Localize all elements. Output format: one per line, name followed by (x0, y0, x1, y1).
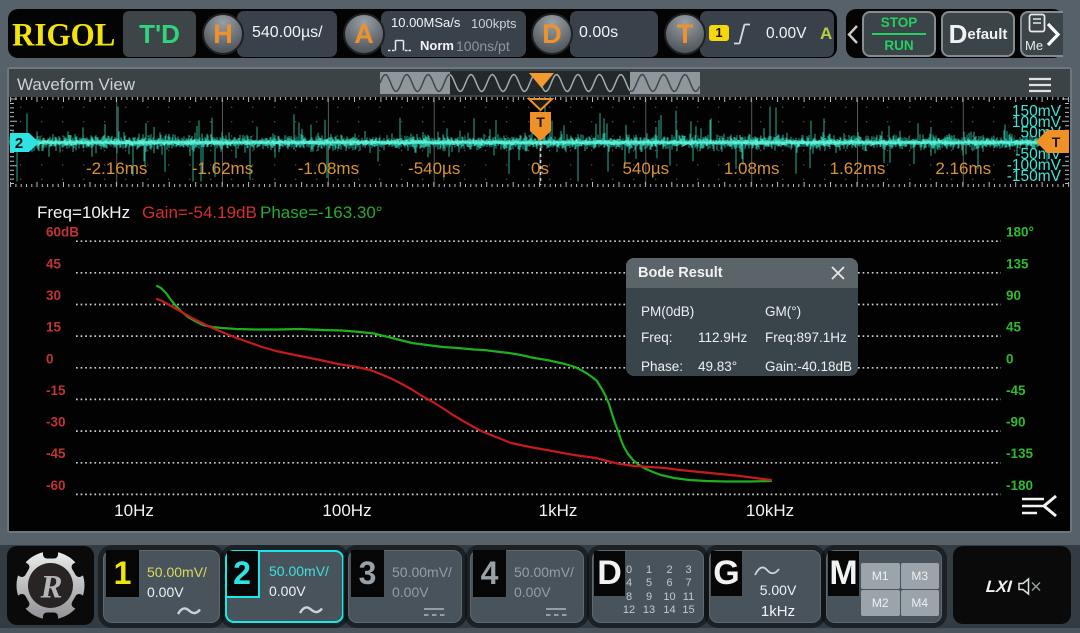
svg-text:-45: -45 (1006, 383, 1026, 398)
svg-text:-1.08ms: -1.08ms (298, 159, 359, 178)
svg-text:-45: -45 (46, 446, 66, 461)
svg-text:-60: -60 (46, 478, 66, 493)
svg-text:T: T (536, 114, 545, 130)
svg-text:-180: -180 (1006, 478, 1033, 493)
svg-text:10kHz: 10kHz (746, 501, 794, 520)
svg-text:0: 0 (46, 351, 54, 366)
svg-text:90: 90 (1006, 288, 1021, 303)
svg-text:2: 2 (15, 135, 23, 152)
svg-text:-15: -15 (46, 383, 66, 398)
svg-text:30: 30 (46, 288, 61, 303)
svg-text:-2.16ms: -2.16ms (86, 159, 147, 178)
svg-text:2.16ms: 2.16ms (935, 159, 991, 178)
svg-text:T: T (1052, 134, 1061, 150)
svg-text:R: R (39, 570, 62, 606)
svg-text:10Hz: 10Hz (114, 501, 154, 520)
svg-text:-135: -135 (1006, 446, 1034, 461)
svg-text:1.62ms: 1.62ms (830, 159, 886, 178)
svg-text:-150mV: -150mV (1007, 168, 1062, 185)
svg-text:100Hz: 100Hz (322, 501, 371, 520)
svg-text:-540µs: -540µs (408, 159, 460, 178)
svg-text:1kHz: 1kHz (539, 501, 578, 520)
svg-text:-1.62ms: -1.62ms (192, 159, 253, 178)
svg-text:60dB: 60dB (46, 225, 79, 240)
svg-text:45: 45 (46, 256, 62, 271)
svg-text:135: 135 (1006, 256, 1029, 271)
svg-text:Freq=10kHz: Freq=10kHz (37, 203, 130, 222)
svg-text:180°: 180° (1006, 225, 1034, 240)
svg-text:Phase=-163.30°: Phase=-163.30° (260, 203, 383, 222)
svg-text:0: 0 (1006, 351, 1014, 366)
svg-text:45: 45 (1006, 320, 1022, 335)
svg-text:-30: -30 (46, 415, 66, 430)
svg-text:Gain=-54.19dB: Gain=-54.19dB (142, 203, 257, 222)
svg-text:-90: -90 (1006, 415, 1026, 430)
svg-text:15: 15 (46, 320, 62, 335)
svg-text:540µs: 540µs (622, 159, 669, 178)
svg-text:1.08ms: 1.08ms (724, 159, 780, 178)
